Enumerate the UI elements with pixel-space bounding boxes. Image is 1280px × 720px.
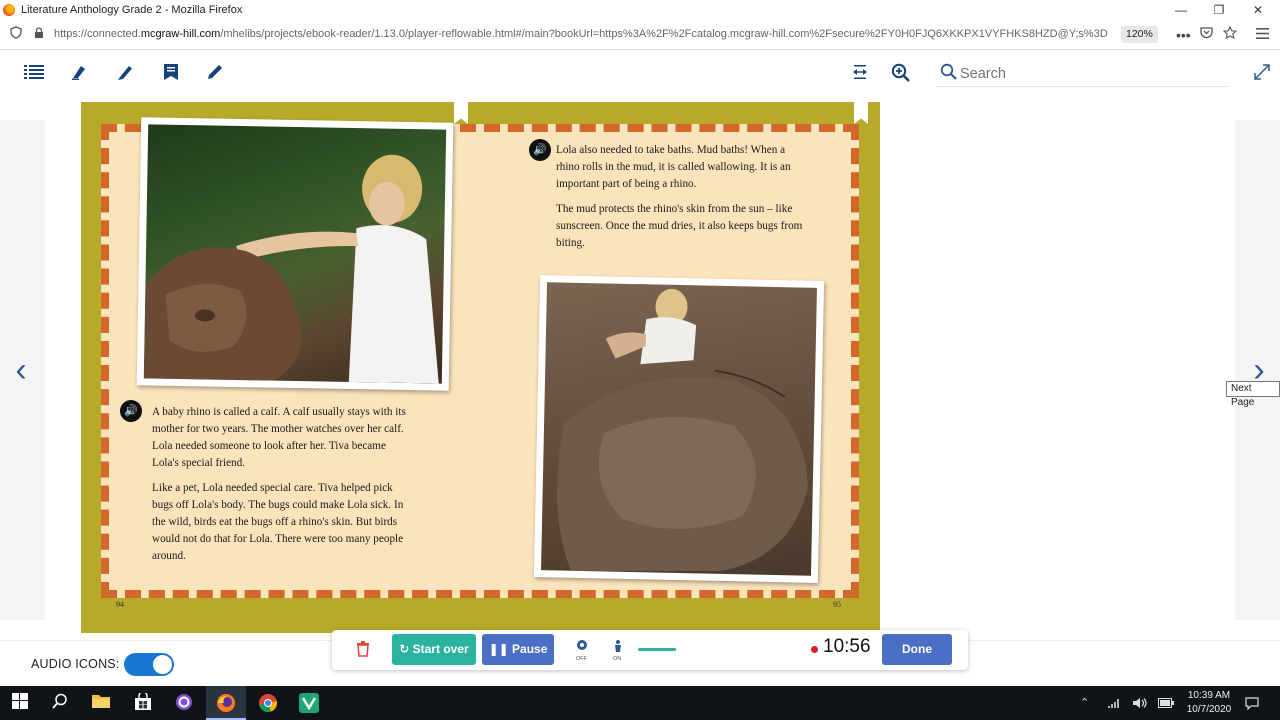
list-icon[interactable]	[22, 63, 46, 85]
left-page-number: 94	[116, 600, 124, 609]
recording-indicator	[811, 646, 818, 653]
pen-icon[interactable]	[203, 63, 227, 85]
volume-level-bar[interactable]	[638, 648, 676, 651]
windows-taskbar: ⌃ 10:39 AM 10/7/2020	[0, 686, 1280, 720]
menu-icon[interactable]	[1256, 26, 1269, 44]
minimize-button[interactable]: —	[1162, 0, 1200, 20]
mic-state-label: OFF	[576, 656, 587, 662]
lock-icon[interactable]	[34, 26, 44, 44]
paragraph: A baby rhino is called a calf. A calf us…	[152, 406, 406, 469]
search-box[interactable]	[936, 61, 1228, 87]
close-button[interactable]: ✕	[1239, 0, 1277, 20]
book-viewer: ‹ › Next Page 🔊 Lola also needed to take…	[0, 100, 1280, 640]
taskbar-clock[interactable]: 10:39 AM 10/7/2020	[1178, 689, 1240, 717]
clock-date: 10/7/2020	[1186, 704, 1232, 715]
more-actions-icon[interactable]: •••	[1176, 26, 1191, 44]
paragraph: The mud protects the rhino's skin from t…	[556, 203, 803, 249]
clock-time: 10:39 AM	[1187, 690, 1231, 701]
search-icon	[940, 63, 958, 86]
toggle-knob	[152, 654, 173, 675]
speaker-state-label: ON	[613, 656, 622, 662]
page-content: 🔊 Lola also needed to take baths. Mud ba…	[101, 117, 859, 598]
paragraph: Lola also needed to take baths. Mud bath…	[556, 144, 791, 190]
fullscreen-icon[interactable]	[1250, 63, 1274, 85]
network-icon[interactable]	[1107, 686, 1121, 720]
recording-controls: ↻ Start over ❚❚ Pause OFF ON 10:56 Done	[332, 630, 968, 670]
chrome-icon[interactable]	[258, 693, 278, 713]
battery-icon[interactable]	[1158, 686, 1174, 720]
pause-icon: ❚❚	[488, 642, 513, 656]
store-icon[interactable]	[134, 691, 154, 713]
next-page-tooltip: Next Page	[1226, 381, 1280, 408]
left-page-text: A baby rhino is called a calf. A calf us…	[152, 404, 408, 573]
firefox-icon[interactable]	[216, 693, 236, 713]
audio-icons-label: AUDIO ICONS:	[31, 657, 120, 671]
reader-toolbar	[0, 51, 1280, 97]
paragraph: Like a pet, Lola needed special care. Ti…	[152, 482, 404, 562]
photo-girl-with-rhino	[136, 117, 454, 391]
windows-start-icon[interactable]	[12, 693, 32, 713]
firefox-icon	[3, 4, 15, 16]
pause-button[interactable]: ❚❚ Pause	[482, 634, 554, 665]
highlighter-icon[interactable]	[113, 63, 137, 85]
address-bar[interactable]: https://connected.mcgraw-hill.com/mhelib…	[0, 20, 1280, 50]
right-page-number: 95	[833, 600, 841, 609]
zoom-in-icon[interactable]	[889, 63, 913, 85]
start-over-button[interactable]: ↻ Start over	[392, 634, 476, 665]
app-icon[interactable]	[299, 693, 319, 713]
shield-icon[interactable]	[10, 26, 22, 44]
notifications-icon[interactable]	[1245, 686, 1259, 720]
audio-icons-toggle[interactable]	[124, 653, 174, 676]
volume-icon[interactable]	[1132, 686, 1148, 720]
search-input[interactable]	[960, 63, 1220, 85]
fit-width-icon[interactable]	[848, 63, 872, 85]
audio-play-icon[interactable]: 🔊	[529, 139, 551, 161]
file-explorer-icon[interactable]	[92, 693, 112, 713]
bookmark-right-icon[interactable]	[854, 102, 868, 124]
delete-recording-button[interactable]	[350, 634, 376, 665]
search-icon[interactable]	[52, 693, 72, 713]
zoom-level-badge[interactable]: 120%	[1121, 26, 1158, 43]
book-spread: 🔊 Lola also needed to take baths. Mud ba…	[81, 102, 880, 633]
photo-girl-in-mud	[533, 275, 825, 583]
cortana-icon[interactable]	[175, 693, 195, 713]
right-page-text: Lola also needed to take baths. Mud bath…	[556, 142, 806, 260]
done-button[interactable]: Done	[882, 634, 952, 665]
window-title: Literature Anthology Grade 2 - Mozilla F…	[21, 4, 243, 16]
audio-play-icon[interactable]: 🔊	[120, 400, 142, 422]
eraser-icon[interactable]	[67, 63, 91, 85]
bookmark-star-icon[interactable]	[1222, 25, 1238, 44]
bookmark-left-icon[interactable]	[454, 102, 468, 124]
recording-time: 10:56	[823, 636, 871, 657]
restart-icon: ↻	[399, 642, 413, 656]
previous-page-button[interactable]: ‹	[6, 350, 36, 390]
window-titlebar: Literature Anthology Grade 2 - Mozilla F…	[0, 0, 1280, 20]
note-icon[interactable]	[159, 63, 183, 85]
restore-button[interactable]: ❐	[1200, 0, 1238, 20]
show-hidden-icons-icon[interactable]: ⌃	[1080, 686, 1089, 720]
url-text[interactable]: https://connected.mcgraw-hill.com/mhelib…	[54, 28, 1108, 40]
pocket-icon[interactable]	[1200, 26, 1213, 44]
